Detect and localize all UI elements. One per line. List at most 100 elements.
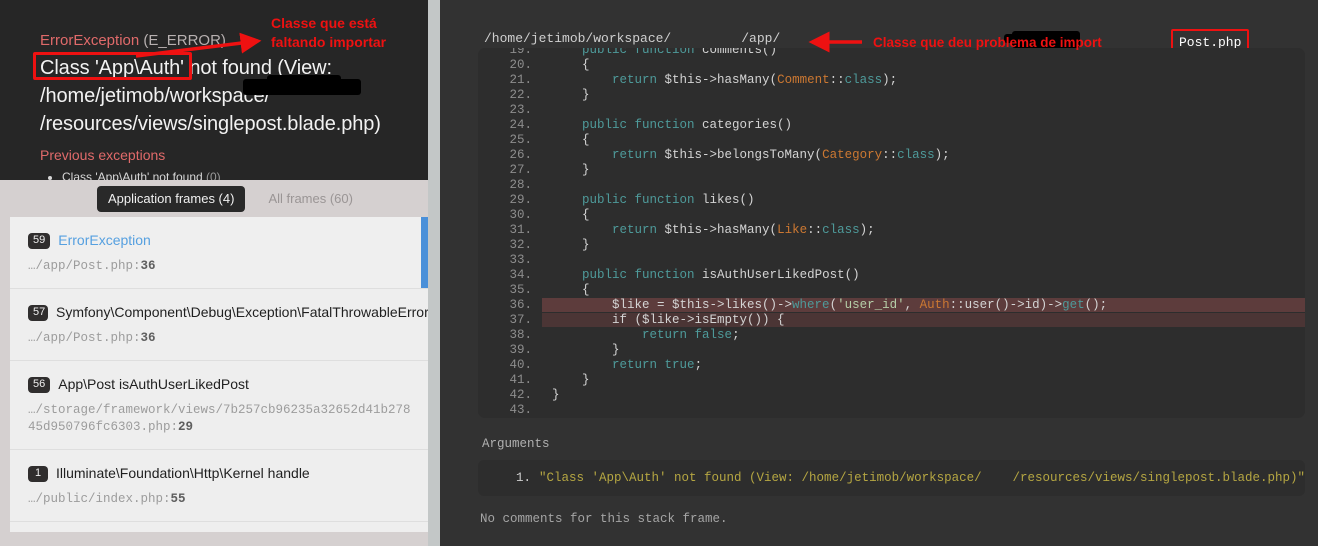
frame-title: App\Post isAuthUserLikedPost [58,376,249,392]
right-panel: /home/jetimob/workspace//app/ Post.php 1… [440,0,1318,546]
code-line-source: } [552,372,590,387]
code-line-source: } [552,237,590,252]
annotation-text-right: Classe que deu problema de import [873,35,1102,50]
frame-list-item[interactable]: 59 ErrorException …/app/Post.php:36 [10,217,428,289]
frame-path: …/public/index.php:55 [28,491,412,508]
frame-list-item[interactable]: 1 Illuminate\Foundation\Http\Kernel hand… [10,450,428,522]
code-line-source: } [552,342,620,357]
left-panel-scrollbar[interactable] [428,0,440,546]
code-line-source: if ($like->isEmpty()) { [542,312,1305,327]
editor-file-path-after: /app/ [741,31,781,46]
code-line-number: 28. [509,177,532,192]
code-line-number: 32. [509,237,532,252]
code-viewer[interactable]: 19. public function comments() 20. {21. r… [478,48,1305,418]
no-comments-note: No comments for this stack frame. [480,512,728,526]
code-line-source: return $this->hasMany(Like::class); [612,222,875,237]
code-line: 38. return false; [478,327,1305,342]
code-line: 22. } [478,87,1305,102]
code-line-number: 43. [509,402,532,417]
exception-code: (E_ERROR) [143,32,226,49]
code-line: 37. if ($like->isEmpty()) { [478,312,1305,327]
code-line: 33. [478,252,1305,267]
code-line: 26. return $this->belongsToMany(Category… [478,147,1305,162]
code-line: 43. [478,402,1305,417]
code-line: 36. $like = $this->likes()->where('user_… [478,297,1305,312]
code-line: 21. return $this->hasMany(Comment::class… [478,72,1305,87]
frame-path: …/app/Post.php:36 [28,258,412,275]
code-line-number: 36. [509,297,532,312]
code-line-source: public function isAuthUserLikedPost() [582,267,860,282]
code-line: 35. { [478,282,1305,297]
frames-list[interactable]: 59 ErrorException …/app/Post.php:36 57 S… [10,217,428,532]
code-line-number: 21. [509,72,532,87]
code-line-number: 39. [509,342,532,357]
code-line: 31. return $this->hasMany(Like::class); [478,222,1305,237]
left-panel: ErrorException (E_ERROR) Class 'App\Auth… [0,0,440,546]
frame-head: 57 Symfony\Component\Debug\Exception\Fat… [28,303,428,321]
frame-list-item[interactable]: 56 App\Post isAuthUserLikedPost …/storag… [10,361,428,450]
code-line: 34. public function isAuthUserLikedPost(… [478,267,1305,282]
frame-number-badge: 56 [28,377,51,393]
code-line-number: 20. [509,57,532,72]
code-line-source: public function categories() [582,117,793,132]
code-line: 24. public function categories() [478,117,1305,132]
code-line-number: 24. [509,117,532,132]
code-line-number: 41. [509,372,532,387]
code-line: 29. public function likes() [478,192,1305,207]
code-line-source: return $this->hasMany(Comment::class); [612,72,898,87]
exception-message: Class 'App\Auth' not found (View: /home/… [40,54,422,138]
frame-path-text: …/public/index.php: [28,492,171,506]
frame-path: …/storage/framework/views/7b257cb96235a3… [28,402,412,436]
exception-message-path: /home/jetimob/workspace/ [40,85,270,107]
code-line: 25. { [478,132,1305,147]
code-line-number: 26. [509,147,532,162]
code-line-number: 22. [509,87,532,102]
annotation-left-line2: faltando importar [271,34,387,50]
annotation-text-left: Classe que está faltando importar [271,14,431,52]
frame-list-item[interactable]: 57 Symfony\Component\Debug\Exception\Fat… [10,289,428,361]
annotation-left-line1: Classe que está [271,15,377,31]
code-line-number: 42. [509,387,532,402]
frame-number-badge: 1 [28,466,48,482]
frame-path-line: 36 [140,259,156,273]
code-line: 32. } [478,237,1305,252]
code-line: 30. { [478,207,1305,222]
frame-number-badge: 57 [28,305,48,321]
argument-index: 1. [516,471,532,485]
exception-message-class: Class 'App\Auth' [40,57,184,79]
redaction-bar-project-name [243,75,361,95]
frame-path-text: …/storage/framework/views/7b257cb96235a3… [28,403,411,434]
code-line-number: 29. [509,192,532,207]
frame-path-text: …/app/Post.php: [28,259,141,273]
code-line-source: } [552,162,590,177]
argument-value-before: "Class 'App\Auth' not found (View: /home… [539,471,982,485]
tab-all-frames[interactable]: All frames (60) [257,186,364,212]
code-line-source [542,253,1305,267]
tab-application-frames[interactable]: Application frames (4) [97,185,246,212]
code-line: 39. } [478,342,1305,357]
exception-message-view: /resources/views/singlepost.blade.php) [40,113,381,135]
code-line-source [542,103,1305,117]
previous-exceptions-title: Previous exceptions [40,147,166,163]
code-line: 23. [478,102,1305,117]
frame-head: 56 App\Post isAuthUserLikedPost [28,375,412,393]
frame-path-line: 55 [170,492,186,506]
code-line-source: return false; [642,327,740,342]
code-line: 42.} [478,387,1305,402]
arguments-box: 1. "Class 'App\Auth' not found (View: /h… [478,460,1305,496]
code-line-source: { [552,57,590,72]
error-page-root: ErrorException (E_ERROR) Class 'App\Auth… [0,0,1318,546]
code-line: 40. return true; [478,357,1305,372]
frame-path-line: 29 [178,420,194,434]
editor-file-path: /home/jetimob/workspace/ /app/ [484,31,780,46]
code-line: 27. } [478,162,1305,177]
code-line-number: 30. [509,207,532,222]
editor-file-path-before: /home/jetimob/workspace/ [484,31,672,46]
code-line: 20. { [478,57,1305,72]
frame-number-badge: 59 [28,233,51,249]
code-line-source: $like = $this->likes()->where('user_id',… [542,297,1305,312]
code-line-number: 23. [509,102,532,117]
code-line-number: 33. [509,252,532,267]
code-line-source: { [552,132,590,147]
code-line-source: } [552,387,560,402]
